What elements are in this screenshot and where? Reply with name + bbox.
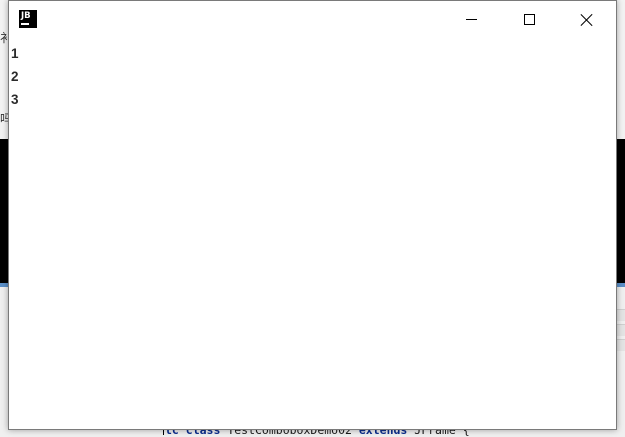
list-item[interactable]: 2 <box>11 65 211 88</box>
title-bar[interactable]: JB <box>9 1 616 38</box>
close-button[interactable] <box>558 1 616 38</box>
list-item[interactable]: 1 <box>11 42 211 65</box>
list-item[interactable]: 3 <box>11 88 211 111</box>
maximize-icon <box>523 14 535 25</box>
minimize-icon <box>465 19 477 20</box>
maximize-button[interactable] <box>500 1 558 38</box>
app-icon-label: JB <box>21 11 31 21</box>
app-icon-underline <box>21 23 29 25</box>
jetbrains-app-icon: JB <box>19 10 37 28</box>
minimize-button[interactable] <box>442 1 500 38</box>
window-content: 1 2 3 <box>9 38 616 429</box>
item-list[interactable]: 1 2 3 <box>11 42 211 111</box>
app-window[interactable]: JB 1 2 3 <box>8 0 617 430</box>
close-icon <box>580 13 594 27</box>
